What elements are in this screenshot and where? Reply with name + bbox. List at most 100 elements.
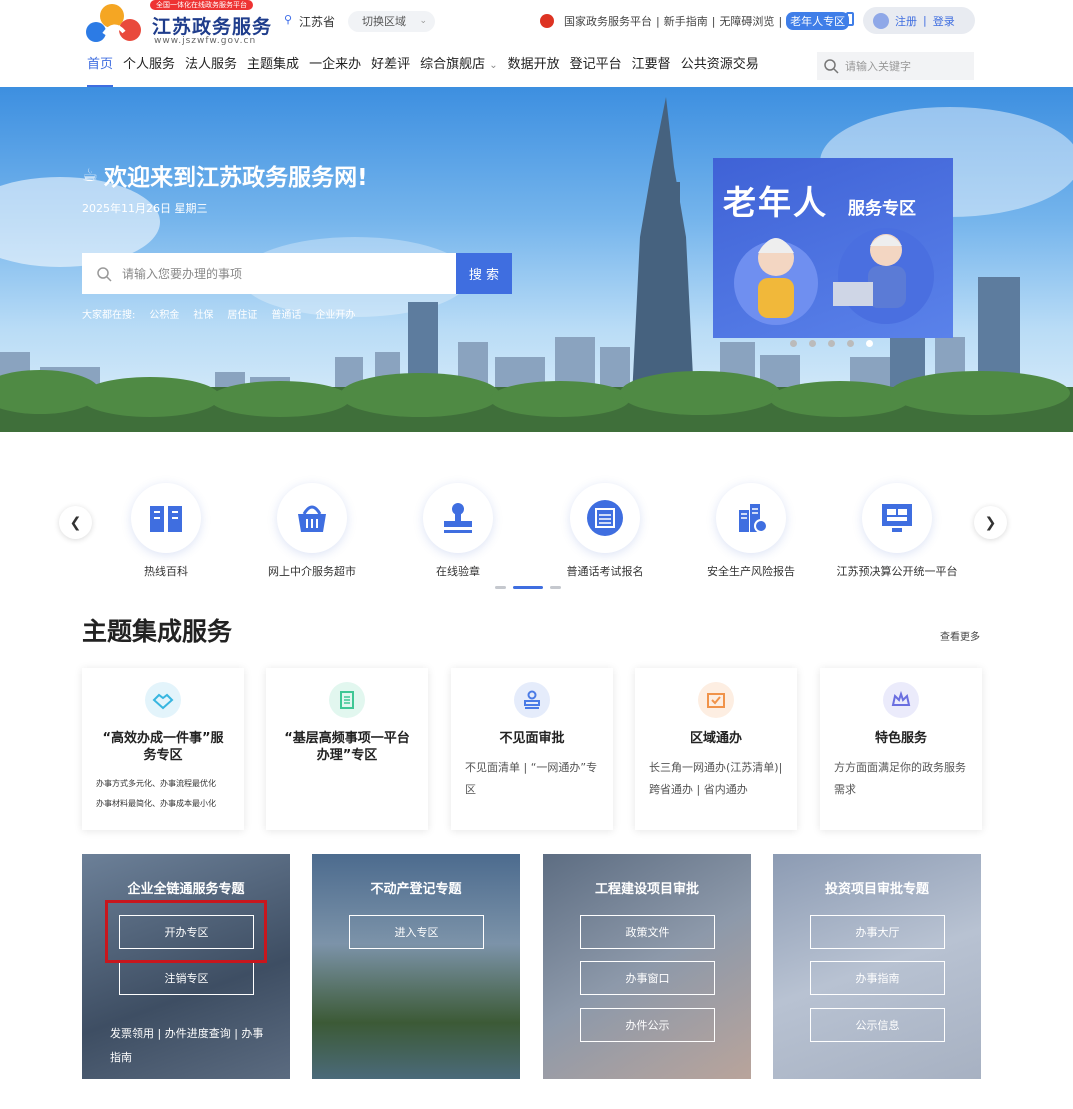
- pagination-dot[interactable]: [828, 340, 835, 347]
- elderly-illustration: [734, 228, 934, 325]
- theme-card-desc: 办事方式多元化、办事流程最优化 办事材料最简化、办事成本最小化: [96, 779, 216, 808]
- pagination-bar[interactable]: [495, 586, 506, 589]
- search-icon: [824, 59, 839, 74]
- elder-service-banner[interactable]: 老年人 服务专区: [713, 158, 953, 338]
- mandarin-exam-icon: [570, 483, 640, 553]
- nav-item-flagship[interactable]: 综合旗舰店 ⌄: [415, 55, 503, 87]
- nav-item-review[interactable]: 好差评: [366, 55, 415, 87]
- topic-panel-enterprise: 企业全链通服务专题 开办专区 注销专区 发票领用 | 办件进度查询 | 办事指南: [82, 854, 290, 1079]
- topic-links[interactable]: 发票领用 | 办件进度查询 | 办事指南: [110, 1022, 270, 1070]
- nav-item-home[interactable]: 首页: [82, 55, 118, 87]
- quick-service-label: 江苏预决算公开统一平台: [836, 565, 958, 578]
- nav-search-placeholder: 请输入关键字: [845, 60, 911, 73]
- policy-files-button[interactable]: 政策文件: [580, 915, 715, 949]
- theme-card[interactable]: 不见面审批 不见面清单 | “一网通办”专区: [451, 668, 613, 830]
- enter-zone-button[interactable]: 进入专区: [349, 915, 484, 949]
- pagination-dot[interactable]: [790, 340, 797, 347]
- topic-panel-investment: 投资项目审批专题 办事大厅 办事指南 公示信息: [773, 854, 981, 1079]
- cancel-business-button[interactable]: 注销专区: [119, 961, 254, 995]
- document-icon: [329, 682, 365, 718]
- logo-title[interactable]: 江苏政务服务: [152, 12, 272, 39]
- switch-region-label: 切换区域: [362, 15, 406, 28]
- search-icon: [97, 266, 112, 282]
- carousel-pagination: [495, 586, 561, 589]
- nav-item-legal[interactable]: 法人服务: [180, 55, 242, 87]
- case-notice-button[interactable]: 办件公示: [580, 1008, 715, 1042]
- theme-card-title: 区域通办: [689, 731, 742, 746]
- nav-search-box[interactable]: 请输入关键字: [817, 52, 974, 80]
- login-link[interactable]: 登录: [933, 13, 955, 29]
- hero-search-input[interactable]: 请输入您要办理的事项: [82, 253, 456, 294]
- topic-title: 投资项目审批专题: [824, 882, 929, 897]
- quick-service-item[interactable]: 江苏预决算公开统一平台: [822, 483, 972, 579]
- mobile-icon[interactable]: [846, 12, 854, 26]
- pagination-bar[interactable]: [550, 586, 561, 589]
- link-national-platform[interactable]: 国家政务服务平台: [564, 13, 652, 29]
- topic-panel-real-estate: 不动产登记专题 进入专区: [312, 854, 520, 1079]
- elder-zone-link[interactable]: 老年人专区: [786, 12, 850, 30]
- monitor-icon: [862, 483, 932, 553]
- nav-item-public-resources[interactable]: 公共资源交易: [676, 55, 764, 87]
- quick-service-item[interactable]: 安全生产风险报告: [676, 483, 826, 579]
- nav-item-enterprise[interactable]: 一企来办: [304, 55, 366, 87]
- basket-icon: [277, 483, 347, 553]
- section-title: 主题集成服务: [82, 617, 233, 646]
- theme-card[interactable]: “基层高频事项一平台办理”专区: [266, 668, 428, 830]
- carousel-prev-button[interactable]: ❮: [59, 506, 92, 539]
- switch-region-button[interactable]: 切换区域 ⌄: [348, 11, 435, 32]
- nav-item-open-data[interactable]: 数据开放: [503, 55, 565, 87]
- nav-item-registration[interactable]: 登记平台: [565, 55, 627, 87]
- theme-card[interactable]: 区域通办 长三角一网通办(江苏清单)| 跨省通办 | 省内通办: [635, 668, 797, 830]
- theme-card-desc[interactable]: 不见面清单 | “一网通办”专区: [465, 757, 599, 801]
- hero-search-button[interactable]: 搜 索: [456, 253, 512, 294]
- service-window-button[interactable]: 办事窗口: [580, 961, 715, 995]
- theme-card[interactable]: “高效办成一件事”服务专区 办事方式多元化、办事流程最优化 办事材料最简化、办事…: [82, 668, 244, 830]
- quick-service-item[interactable]: 热线百科: [91, 483, 241, 579]
- service-hall-button[interactable]: 办事大厅: [810, 915, 945, 949]
- national-emblem-icon: [540, 14, 554, 28]
- user-avatar-icon: [873, 12, 889, 29]
- topic-title: 企业全链通服务专题: [127, 882, 245, 897]
- quick-service-item[interactable]: 网上中介服务超市: [237, 483, 387, 579]
- pagination-dot-active[interactable]: [866, 340, 873, 347]
- hot-term[interactable]: 居住证: [227, 306, 257, 321]
- nav-item-personal[interactable]: 个人服务: [118, 55, 180, 87]
- quick-service-label: 安全生产风险报告: [707, 565, 795, 578]
- hot-term[interactable]: 企业开办: [315, 306, 355, 321]
- service-guide-button[interactable]: 办事指南: [810, 961, 945, 995]
- theme-card[interactable]: 特色服务 方方面面满足你的政务服务需求: [820, 668, 982, 830]
- hot-term[interactable]: 普通话: [271, 306, 301, 321]
- quick-service-item[interactable]: 普通话考试报名: [530, 483, 680, 579]
- location-pin-icon: ⚲: [284, 13, 293, 26]
- nav-item-supervision[interactable]: 江要督: [627, 55, 676, 87]
- current-date: 2025年11月26日 星期三: [82, 202, 208, 215]
- hero-search-placeholder: 请输入您要办理的事项: [122, 267, 243, 281]
- highlight-box: [105, 900, 267, 963]
- topic-title: 不动产登记专题: [370, 882, 462, 897]
- logo-icon: [86, 4, 141, 42]
- hot-term[interactable]: 公积金: [149, 306, 179, 321]
- chevron-down-icon: ⌄: [489, 60, 498, 71]
- hot-term[interactable]: 社保: [193, 306, 213, 321]
- link-accessibility[interactable]: 无障碍浏览: [719, 13, 774, 29]
- public-info-button[interactable]: 公示信息: [810, 1008, 945, 1042]
- check-mail-icon: [698, 682, 734, 718]
- pagination-dot[interactable]: [809, 340, 816, 347]
- theme-card-desc[interactable]: 长三角一网通办(江苏清单)| 跨省通办 | 省内通办: [649, 757, 783, 801]
- view-more-link[interactable]: 查看更多: [940, 628, 980, 643]
- nav-item-theme[interactable]: 主题集成: [242, 55, 304, 87]
- building-report-icon: [716, 483, 786, 553]
- pagination-bar-active[interactable]: [513, 586, 543, 589]
- link-beginner-guide[interactable]: 新手指南: [664, 13, 708, 29]
- pagination-dot[interactable]: [847, 340, 854, 347]
- topic-title: 工程建设项目审批: [594, 882, 699, 897]
- quick-service-item[interactable]: 在线验章: [383, 483, 533, 579]
- carousel-next-button[interactable]: ❯: [974, 506, 1007, 539]
- quick-service-label: 普通话考试报名: [566, 565, 644, 578]
- register-link[interactable]: 注册: [895, 13, 917, 29]
- site-logo[interactable]: [82, 0, 152, 46]
- topic-panel-construction: 工程建设项目审批 政策文件 办事窗口 办件公示: [543, 854, 751, 1079]
- book-icon: [131, 483, 201, 553]
- stamp-icon: [514, 682, 550, 718]
- welcome-text: 欢迎来到江苏政务服务网!: [104, 165, 368, 191]
